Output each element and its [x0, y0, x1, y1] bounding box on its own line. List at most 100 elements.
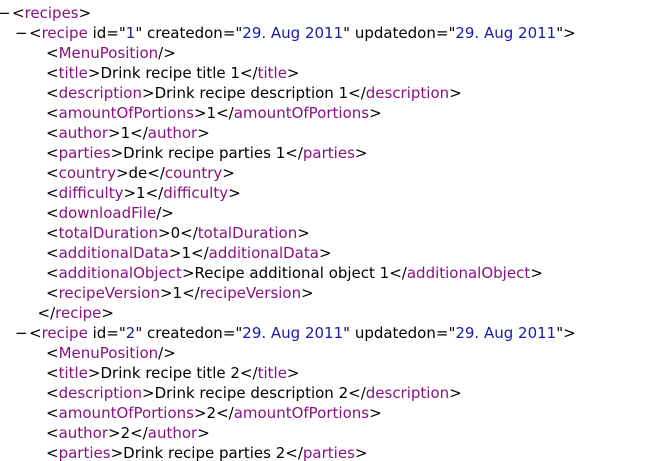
xml-tag-name: totalDuration	[197, 224, 298, 242]
xml-punctuation: >	[193, 404, 207, 422]
xml-punctuation: <	[12, 4, 25, 22]
xml-punctuation: >	[168, 244, 182, 262]
xml-text-content: 1	[120, 124, 131, 142]
xml-punctuation: <	[46, 104, 59, 122]
xml-punctuation: <	[46, 204, 59, 222]
xml-punctuation: <	[46, 84, 59, 102]
xml-punctuation: >	[197, 424, 210, 442]
xml-punctuation: </	[216, 104, 234, 122]
xml-punctuation: ="	[435, 324, 456, 342]
xml-tag-name: title	[58, 64, 88, 82]
xml-tag-name: recipes	[24, 4, 79, 22]
xml-attribute-name: createdon	[146, 324, 223, 342]
xml-text-content: Drink recipe title 2	[100, 364, 240, 382]
xml-text-content: Drink recipe title 1	[100, 64, 240, 82]
collapse-toggle-icon[interactable]: −	[15, 23, 28, 43]
collapse-toggle-icon[interactable]: −	[15, 323, 28, 343]
xml-punctuation: >	[297, 224, 310, 242]
xml-node: <author>1</author>	[46, 123, 210, 143]
xml-punctuation: </	[130, 424, 148, 442]
xml-text-content: 1	[181, 244, 192, 262]
xml-punctuation: >	[101, 304, 114, 322]
xml-punctuation: >	[286, 364, 300, 382]
xml-text-content: 1	[206, 104, 217, 122]
xml-punctuation: </	[389, 264, 407, 282]
xml-punctuation: <	[46, 244, 59, 262]
xml-node: <downloadFile/>	[46, 203, 174, 223]
xml-punctuation: >	[193, 104, 207, 122]
xml-punctuation: </	[239, 364, 258, 382]
xml-tag-name: parties	[302, 144, 355, 162]
xml-node: <recipeVersion>1</recipeVersion>	[46, 283, 314, 303]
xml-punctuation: >	[449, 84, 462, 102]
xml-text-content: 1	[136, 184, 146, 202]
xml-tree-viewer: − <recipes> − <recipe id="1" createdon="29.…	[0, 0, 670, 461]
xml-text-content: de	[128, 164, 148, 182]
xml-tag-name: additionalObject	[406, 264, 531, 282]
xml-punctuation: </	[182, 284, 200, 302]
xml-punctuation: </	[285, 444, 303, 461]
xml-punctuation: <	[46, 404, 59, 422]
xml-punctuation: >	[159, 284, 173, 302]
xml-punctuation: >	[301, 284, 314, 302]
xml-tag-name: parties	[58, 444, 111, 461]
xml-attribute-name: updatedon	[354, 24, 436, 42]
xml-tag-name: MenuPosition	[58, 344, 159, 362]
xml-node: <description>Drink recipe description 1<…	[46, 83, 462, 103]
xml-attribute-value: 2	[125, 324, 136, 342]
xml-attribute-name: id	[92, 324, 107, 342]
xml-node: <difficulty>1</difficulty>	[46, 183, 241, 203]
xml-node: <parties>Drink recipe parties 2</parties…	[46, 443, 367, 461]
xml-punctuation: >	[115, 164, 129, 182]
xml-punctuation: ="	[106, 24, 126, 42]
xml-punctuation: </	[145, 184, 164, 202]
xml-punctuation: >	[158, 224, 171, 242]
xml-tag-name: additionalData	[58, 244, 169, 262]
xml-punctuation: <	[46, 164, 59, 182]
xml-punctuation: </	[37, 304, 56, 322]
xml-punctuation: <	[29, 324, 42, 342]
xml-punctuation: <	[46, 144, 59, 162]
xml-tag-name: country	[58, 164, 116, 182]
xml-punctuation: />	[158, 44, 176, 62]
xml-punctuation: >	[181, 264, 195, 282]
xml-text-content: 1	[172, 284, 183, 302]
xml-tag-name: totalDuration	[58, 224, 159, 242]
xml-punctuation: >	[110, 144, 124, 162]
xml-attribute-name: createdon	[146, 24, 223, 42]
xml-punctuation: >	[286, 64, 300, 82]
xml-punctuation: >	[123, 184, 137, 202]
xml-node: <recipes>	[12, 3, 91, 23]
xml-node: <title>Drink recipe title 1</title>	[46, 63, 300, 83]
xml-node: <author>2</author>	[46, 423, 210, 443]
xml-tag-name: author	[58, 424, 109, 442]
xml-tag-name: amountOfPortions	[233, 404, 370, 422]
xml-punctuation: <	[46, 424, 59, 442]
xml-punctuation: >	[141, 84, 155, 102]
xml-attribute-value: 1	[125, 24, 136, 42]
xml-attribute-value: 29. Aug 2011	[242, 324, 344, 342]
xml-punctuation: >	[369, 404, 382, 422]
xml-tag-name: recipe	[55, 304, 102, 322]
xml-tag-name: description	[58, 84, 142, 102]
xml-tag-name: author	[58, 124, 109, 142]
xml-node: <description>Drink recipe description 2<…	[46, 383, 462, 403]
xml-punctuation: ">	[556, 324, 576, 342]
xml-punctuation: <	[46, 64, 59, 82]
xml-node: </recipe>	[38, 303, 114, 323]
xml-attribute-value: 29. Aug 2011	[455, 324, 557, 342]
xml-tag-name: title	[257, 364, 287, 382]
xml-tag-name: parties	[302, 444, 355, 461]
xml-tag-name: downloadFile	[58, 204, 157, 222]
xml-text-content: 2	[206, 404, 217, 422]
xml-node: <MenuPosition/>	[46, 43, 176, 63]
xml-tag-name: description	[58, 384, 142, 402]
xml-punctuation: ="	[222, 24, 243, 42]
xml-node: <recipe id="1" createdon="29. Aug 2011" …	[29, 23, 576, 43]
xml-node: <totalDuration>0</totalDuration>	[46, 223, 310, 243]
xml-punctuation: <	[46, 284, 59, 302]
xml-tag-name: author	[147, 124, 198, 142]
xml-node: <title>Drink recipe title 2</title>	[46, 363, 300, 383]
collapse-toggle-icon[interactable]: −	[0, 3, 11, 23]
xml-node: <MenuPosition/>	[46, 343, 176, 363]
